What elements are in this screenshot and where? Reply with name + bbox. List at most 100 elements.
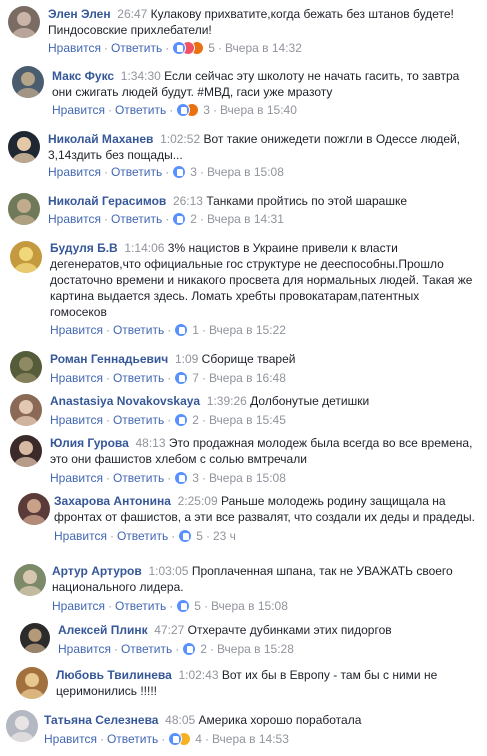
comment-author[interactable]: Будуля Б.В — [50, 241, 118, 255]
reactions-summary[interactable] — [176, 599, 191, 613]
comment-author[interactable]: Юлия Гурова — [50, 436, 129, 450]
comment-timestamp[interactable]: 1:39:26 — [207, 394, 247, 408]
avatar[interactable] — [10, 394, 42, 426]
comment-text: Америка хорошо поработала — [198, 713, 362, 727]
reactions-summary[interactable] — [174, 471, 189, 485]
comment-author[interactable]: Элен Элен — [48, 7, 111, 21]
reply-link[interactable]: Ответить — [115, 103, 166, 117]
reply-link[interactable]: Ответить — [113, 413, 164, 427]
reactions-summary[interactable] — [182, 642, 197, 656]
reply-link[interactable]: Ответить — [107, 732, 158, 746]
comment-timestamp[interactable]: 26:47 — [117, 7, 147, 21]
reactions-summary[interactable] — [174, 371, 189, 385]
comment-timestamp[interactable]: 26:13 — [173, 194, 203, 208]
comment-author[interactable]: Алексей Плинк — [58, 623, 148, 637]
like-reaction-icon — [172, 212, 187, 226]
comment-author[interactable]: Николай Герасимов — [48, 194, 166, 208]
reactions-summary[interactable] — [174, 323, 189, 337]
reactions-summary[interactable] — [178, 529, 193, 543]
comment-author[interactable]: Любовь Твилинева — [56, 668, 172, 682]
comment-date[interactable]: Вчера в 15:08 — [207, 165, 284, 179]
comment-timestamp[interactable]: 47:27 — [154, 623, 184, 637]
comment-author[interactable]: Захарова Антонина — [54, 494, 171, 508]
avatar[interactable] — [20, 623, 50, 653]
comment-timestamp[interactable]: 48:13 — [136, 436, 166, 450]
comment-timestamp[interactable]: 48:05 — [165, 713, 195, 727]
comment-text: Долбонутые детишки — [250, 394, 370, 408]
comment-date[interactable]: Вчера в 14:31 — [207, 212, 284, 226]
like-link[interactable]: Нравится — [58, 642, 111, 656]
comment-author[interactable]: Артур Артуров — [52, 564, 142, 578]
reactions-summary[interactable] — [172, 212, 187, 226]
comment-body: Роман Геннадьевич 1:09 Сборище тварей — [50, 351, 475, 367]
comment-date[interactable]: 23 ч — [213, 529, 236, 543]
avatar[interactable] — [8, 131, 40, 163]
comment-author[interactable]: Роман Геннадьевич — [50, 352, 168, 366]
comment-author[interactable]: Николай Маханев — [48, 132, 153, 146]
comment-body: Николай Маханев 1:02:52 Вот такие онижед… — [48, 131, 473, 163]
reply-link[interactable]: Ответить — [113, 323, 164, 337]
comment-date[interactable]: Вчера в 14:53 — [212, 732, 289, 746]
comment-date[interactable]: Вчера в 15:45 — [209, 413, 286, 427]
reactions-summary[interactable] — [172, 165, 187, 179]
comment-timestamp[interactable]: 1:34:30 — [121, 69, 161, 83]
comment-text: Отхерачте дубинками этих пидоргов — [187, 623, 392, 637]
reply-link[interactable]: Ответить — [115, 599, 166, 613]
comment-author[interactable]: Татьяна Селезнева — [44, 713, 158, 727]
comment-date[interactable]: Вчера в 15:22 — [209, 323, 286, 337]
like-reaction-icon — [178, 529, 193, 543]
like-link[interactable]: Нравится — [52, 599, 105, 613]
like-link[interactable]: Нравится — [44, 732, 97, 746]
reactions-summary[interactable] — [176, 103, 200, 117]
like-link[interactable]: Нравится — [50, 471, 103, 485]
like-link[interactable]: Нравится — [48, 41, 101, 55]
comment-timestamp[interactable]: 1:09 — [175, 352, 198, 366]
comment-date[interactable]: Вчера в 15:08 — [211, 599, 288, 613]
avatar[interactable] — [10, 435, 42, 467]
avatar[interactable] — [10, 241, 42, 273]
like-reaction-icon — [174, 471, 189, 485]
comment-timestamp[interactable]: 2:25:09 — [178, 494, 218, 508]
avatar[interactable] — [10, 351, 42, 383]
comment-date[interactable]: Вчера в 14:32 — [225, 41, 302, 55]
reply-link[interactable]: Ответить — [111, 165, 162, 179]
like-link[interactable]: Нравится — [54, 529, 107, 543]
like-link[interactable]: Нравится — [50, 413, 103, 427]
comment-author[interactable]: Макс Фукс — [52, 69, 114, 83]
separator: · — [201, 323, 206, 337]
avatar[interactable] — [8, 193, 40, 225]
reply-link[interactable]: Ответить — [117, 529, 168, 543]
reply-link[interactable]: Ответить — [111, 212, 162, 226]
reply-link[interactable]: Ответить — [113, 471, 164, 485]
like-link[interactable]: Нравится — [50, 371, 103, 385]
comment-timestamp[interactable]: 1:02:52 — [160, 132, 200, 146]
like-link[interactable]: Нравится — [48, 212, 101, 226]
comment-date[interactable]: Вчера в 16:48 — [209, 371, 286, 385]
like-link[interactable]: Нравится — [52, 103, 105, 117]
reply-link[interactable]: Ответить — [121, 642, 172, 656]
reply-link[interactable]: Ответить — [111, 41, 162, 55]
comment-timestamp[interactable]: 1:02:43 — [178, 668, 218, 682]
comment-timestamp[interactable]: 1:14:06 — [124, 241, 164, 255]
like-link[interactable]: Нравится — [50, 323, 103, 337]
reaction-count: 2 — [200, 642, 207, 656]
comment-author[interactable]: Anastasiya Novakovskaya — [50, 394, 200, 408]
avatar[interactable] — [12, 66, 44, 98]
avatar[interactable] — [8, 6, 40, 38]
reactions-summary[interactable] — [168, 732, 192, 746]
comment-date[interactable]: Вчера в 15:40 — [220, 103, 297, 117]
reactions-summary[interactable] — [172, 41, 205, 55]
like-link[interactable]: Нравится — [48, 165, 101, 179]
comment-date[interactable]: Вчера в 15:28 — [217, 642, 294, 656]
avatar[interactable] — [18, 493, 50, 525]
comment-timestamp[interactable]: 1:03:05 — [148, 564, 188, 578]
avatar[interactable] — [16, 667, 48, 699]
reaction-count: 5 — [208, 41, 215, 55]
reply-link[interactable]: Ответить — [113, 371, 164, 385]
avatar[interactable] — [6, 710, 38, 742]
reactions-summary[interactable] — [174, 413, 189, 427]
reaction-count: 2 — [192, 413, 199, 427]
comment-date[interactable]: Вчера в 15:08 — [209, 471, 286, 485]
reaction-count: 7 — [192, 371, 199, 385]
avatar[interactable] — [14, 564, 46, 596]
